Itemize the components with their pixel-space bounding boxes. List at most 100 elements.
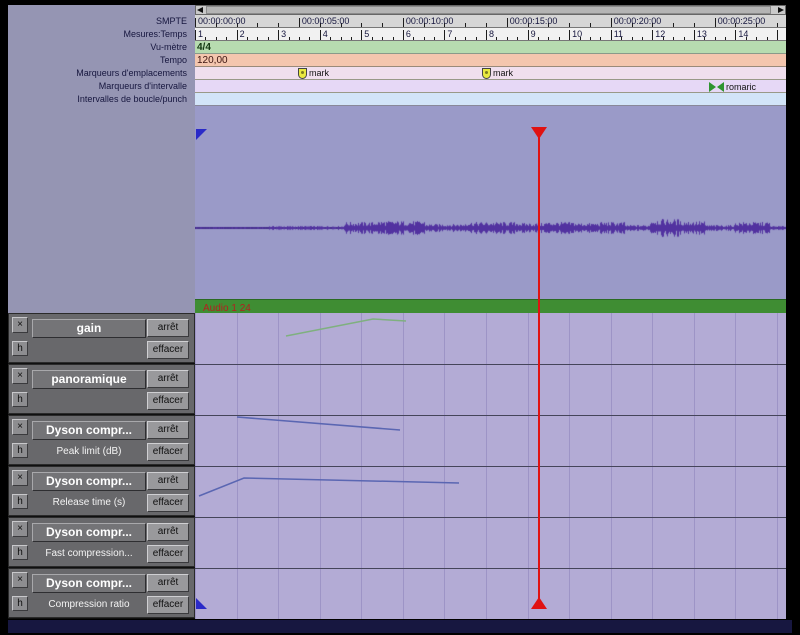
close-icon[interactable]: × (12, 521, 28, 537)
stop-button[interactable]: arrêt (147, 370, 189, 388)
lane-name-button[interactable]: Dyson compr... (32, 472, 146, 491)
hide-button[interactable]: h (12, 341, 28, 356)
bar-tick (725, 37, 726, 40)
region-name-strip[interactable]: Audio 1 24 (195, 299, 786, 314)
tempo-ruler[interactable]: 120,00 (195, 54, 786, 67)
smpte-ruler[interactable]: 00:00:00:00 00:00:05:00 00:00:10:00 00:00:1… (195, 15, 786, 28)
automation-canvas[interactable] (195, 313, 786, 619)
scroll-right-icon[interactable] (778, 7, 784, 13)
range-markers-ruler[interactable]: romaric (195, 80, 786, 93)
bar-tick (506, 37, 508, 40)
automation-lane-headers: × h gain arrêt effacer × h panoramique a… (8, 313, 195, 619)
horizontal-scrollbar[interactable] (195, 5, 786, 15)
bar-number: 4 (322, 29, 328, 39)
lane-name-button[interactable]: panoramique (32, 370, 146, 389)
close-icon[interactable]: × (12, 317, 28, 333)
smpte-tick (257, 23, 259, 27)
bar-number: 10 (572, 29, 583, 39)
bar-tick (350, 37, 352, 40)
location-marker-label[interactable]: mark (309, 68, 329, 78)
range-start-icon (709, 81, 716, 92)
bars-ruler[interactable]: 1 2 3 4 5 6 7 8 9 10 11 12 13 14 (195, 28, 786, 41)
scroll-left-icon[interactable] (197, 7, 203, 13)
lane-sub-label: Release time (s) (52, 497, 126, 508)
playhead-marker-top-icon[interactable] (531, 127, 547, 139)
close-icon[interactable]: × (12, 572, 28, 588)
bar-tick (413, 37, 415, 40)
clear-button[interactable]: effacer (147, 596, 189, 614)
lane-name-button[interactable]: Dyson compr... (32, 421, 146, 440)
bar-tick (298, 37, 300, 40)
bar-number: 5 (364, 29, 370, 39)
scrollbar-thumb[interactable] (206, 6, 771, 14)
smpte-label: 00:00:10:00 (405, 16, 454, 26)
smpte-label: 00:00:15:00 (509, 16, 558, 26)
edit-point-marker-bottom-icon[interactable] (196, 598, 207, 609)
hide-button[interactable]: h (12, 494, 28, 509)
release-time-automation-line[interactable] (198, 477, 460, 497)
playhead-line[interactable] (538, 130, 540, 609)
bar-tick (454, 37, 456, 40)
audio-track-canvas[interactable] (195, 106, 786, 299)
smpte-label: 00:00:00:00 (198, 16, 246, 26)
clear-button[interactable]: effacer (147, 494, 189, 512)
bar-tick (247, 37, 248, 40)
lane-name-button[interactable]: Dyson compr... (32, 574, 146, 593)
range-marker[interactable]: romaric (709, 81, 756, 92)
waveform-canvas[interactable] (195, 106, 786, 299)
smpte-tick (298, 18, 300, 27)
peak-limit-automation-line[interactable] (236, 416, 401, 431)
smpte-tick (402, 18, 404, 27)
smpte-tick (486, 23, 487, 27)
close-icon[interactable]: × (12, 368, 28, 384)
bar-tick (569, 30, 571, 40)
smpte-tick (465, 23, 467, 27)
close-icon[interactable]: × (12, 470, 28, 486)
stop-button[interactable]: arrêt (147, 421, 189, 439)
smpte-tick (195, 18, 196, 27)
meter-value: 4/4 (197, 42, 211, 53)
bar-number: 8 (489, 29, 495, 39)
bottom-bar (8, 620, 792, 633)
bar-tick (475, 37, 477, 40)
stop-button[interactable]: arrêt (147, 472, 189, 490)
hide-button[interactable]: h (12, 392, 28, 407)
smpte-tick (382, 23, 384, 27)
bar-tick (309, 37, 311, 40)
bar-tick (226, 37, 228, 40)
loop-punch-ruler[interactable] (195, 93, 786, 106)
location-marker-flag[interactable] (298, 68, 307, 79)
gain-automation-line[interactable] (285, 318, 407, 337)
automation-lane-header-dyson-fast-compression: × h Dyson compr... Fast compression... a… (8, 517, 195, 567)
clear-button[interactable]: effacer (147, 443, 189, 461)
clear-button[interactable]: effacer (147, 392, 189, 410)
playhead-marker-bottom-icon[interactable] (531, 597, 547, 609)
track-header-panel: SMPTE Mesures:Temps Vu-mètre Tempo Marqu… (8, 5, 195, 313)
ruler-label-intervalles-boucle-punch: Intervalles de boucle/punch (77, 94, 187, 104)
bar-number: 9 (530, 29, 536, 39)
bar-tick (444, 30, 446, 40)
meter-ruler[interactable]: 4/4 (195, 41, 786, 54)
smpte-tick (361, 23, 363, 27)
smpte-label: 00:00:05:00 (301, 16, 350, 26)
bar-number: 14 (738, 29, 749, 39)
hide-button[interactable]: h (12, 596, 28, 611)
ruler-label-tempo: Tempo (159, 55, 187, 65)
hide-button[interactable]: h (12, 443, 28, 458)
location-marker-label[interactable]: mark (493, 68, 513, 78)
lane-name-button[interactable]: gain (32, 319, 146, 338)
location-marker-flag[interactable] (482, 68, 491, 79)
edit-point-marker-top-icon[interactable] (196, 129, 207, 140)
location-markers-ruler[interactable]: mark mark (195, 67, 786, 80)
clear-button[interactable]: effacer (147, 341, 189, 359)
stop-button[interactable]: arrêt (147, 523, 189, 541)
automation-lane-header-dyson-peak-limit: × h Dyson compr... Peak limit (dB) arrêt… (8, 415, 195, 465)
stop-button[interactable]: arrêt (147, 574, 189, 592)
hide-button[interactable]: h (12, 545, 28, 560)
close-icon[interactable]: × (12, 419, 28, 435)
bar-tick (423, 37, 425, 40)
clear-button[interactable]: effacer (147, 545, 189, 563)
lane-name-button[interactable]: Dyson compr... (32, 523, 146, 542)
bar-tick (756, 37, 758, 40)
stop-button[interactable]: arrêt (147, 319, 189, 337)
